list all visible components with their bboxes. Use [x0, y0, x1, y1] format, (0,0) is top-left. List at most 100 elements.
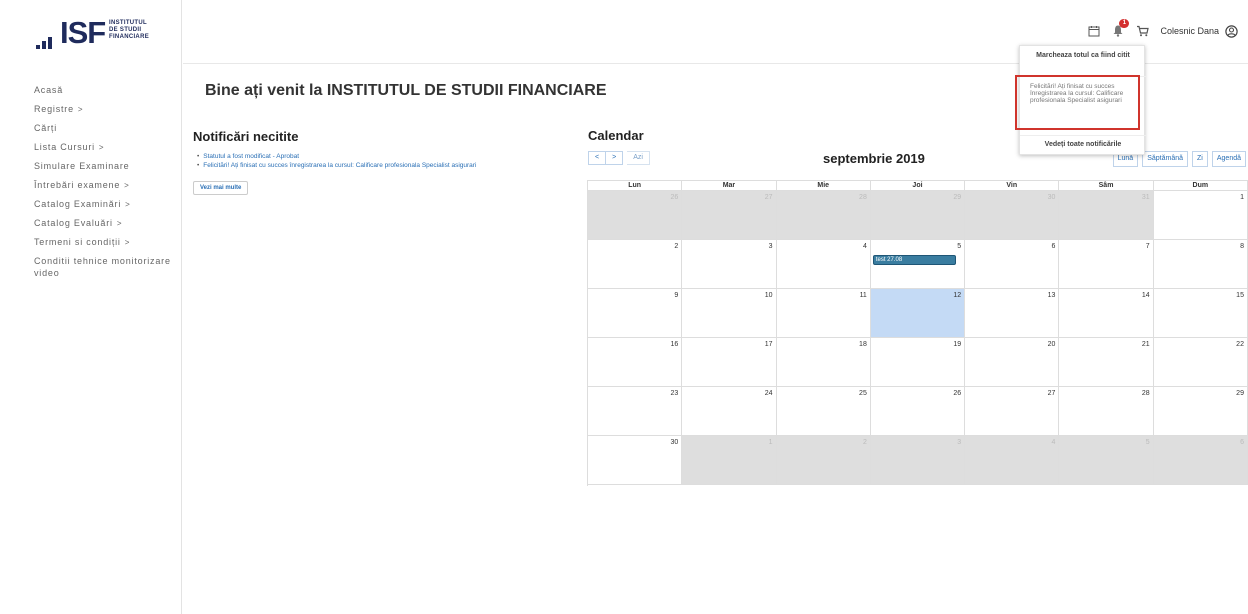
calendar-day[interactable]: 30	[588, 436, 683, 485]
calendar-day[interactable]: 26	[870, 387, 966, 436]
calendar-day[interactable]: 6	[965, 240, 1060, 289]
day-number: 26	[670, 194, 679, 201]
calendar-day[interactable]: 5 test 27.08	[870, 240, 966, 289]
calendar-day[interactable]: 2	[776, 436, 871, 485]
view-week-button[interactable]: Săptămână	[1142, 151, 1189, 167]
day-number: 1	[1240, 194, 1244, 201]
calendar-day[interactable]: 28	[776, 191, 871, 240]
bell-icon[interactable]: 1	[1112, 19, 1130, 38]
unread-notifications-list: Statutul a fost modificat - Aprobat Feli…	[197, 152, 476, 170]
calendar-day[interactable]: 9	[588, 289, 683, 338]
calendar-prev-button[interactable]: <	[588, 151, 607, 165]
calendar-week: 23 24 25 26 27 28 29	[588, 387, 1248, 436]
day-number: 29	[1236, 390, 1244, 397]
weekday-label: Vin	[965, 181, 1060, 191]
calendar-day[interactable]: 5	[1059, 436, 1154, 485]
isf-logo[interactable]: ISF INSTITUTUL DE STUDII FINANCIARE	[36, 15, 166, 51]
calendar-day[interactable]: 23	[588, 387, 683, 436]
calendar-grid: Lun Mar Mie Joi Vin Sâm Dum 26 27 28 29 30 31 1 2 3 4 5 t…	[587, 180, 1248, 486]
day-number: 9	[674, 292, 679, 299]
calendar-day[interactable]: 1	[682, 436, 777, 485]
sidebar-item-acasa[interactable]: Acasă	[34, 84, 174, 97]
calendar-day[interactable]: 10	[682, 289, 777, 338]
calendar-day[interactable]: 24	[682, 387, 777, 436]
sidebar: ISF INSTITUTUL DE STUDII FINANCIARE Acas…	[0, 0, 182, 614]
calendar-day[interactable]: 27	[682, 191, 777, 240]
calendar-day[interactable]: 3	[870, 436, 966, 485]
calendar-day[interactable]: 30	[965, 191, 1060, 240]
user-name[interactable]: Colesnic Dana	[1160, 26, 1219, 36]
calendar-day-today[interactable]: 12	[870, 289, 966, 338]
calendar-today-button[interactable]: Azi	[627, 151, 650, 165]
calendar-day[interactable]: 13	[965, 289, 1060, 338]
calendar-day[interactable]: 26	[588, 191, 683, 240]
calendar-icon[interactable]	[1088, 24, 1102, 38]
day-number: 20	[1047, 341, 1056, 348]
calendar-day[interactable]: 25	[776, 387, 871, 436]
sidebar-item-carti[interactable]: Cărți	[34, 122, 174, 135]
day-number: 29	[953, 194, 962, 201]
calendar-day[interactable]: 21	[1059, 338, 1154, 387]
day-number: 17	[764, 341, 773, 348]
sidebar-item-catalog-examinari[interactable]: Catalog Examinări >	[34, 198, 174, 211]
calendar-day[interactable]: 31	[1059, 191, 1154, 240]
day-number: 23	[670, 390, 679, 397]
sidebar-item-catalog-evaluari[interactable]: Catalog Evaluări >	[34, 217, 174, 230]
day-number: 14	[1141, 292, 1150, 299]
calendar-day[interactable]: 20	[965, 338, 1060, 387]
calendar-day[interactable]: 4	[776, 240, 871, 289]
calendar-day[interactable]: 22	[1153, 338, 1248, 387]
notification-link[interactable]: Felicitări! Ați finisat cu succes înregi…	[197, 161, 476, 170]
cart-icon[interactable]	[1136, 24, 1150, 38]
calendar-week: 2 3 4 5 test 27.08 6 7 8	[588, 240, 1248, 289]
notification-badge: 1	[1119, 19, 1130, 28]
calendar-day[interactable]: 7	[1059, 240, 1154, 289]
view-day-button[interactable]: Zi	[1192, 151, 1208, 167]
calendar-day[interactable]: 14	[1059, 289, 1154, 338]
sidebar-item-lista-cursuri[interactable]: Lista Cursuri >	[34, 141, 174, 154]
calendar-day[interactable]: 11	[776, 289, 871, 338]
calendar-day[interactable]: 8	[1153, 240, 1248, 289]
calendar-day[interactable]: 4	[965, 436, 1060, 485]
calendar-week: 30 1 2 3 4 5 6	[588, 436, 1248, 485]
calendar-day[interactable]: 3	[682, 240, 777, 289]
day-number: 5	[1145, 439, 1150, 446]
sidebar-item-registre[interactable]: Registre >	[34, 103, 174, 116]
day-number: 27	[764, 194, 773, 201]
calendar-next-button[interactable]: >	[606, 151, 624, 165]
sidebar-item-simulare[interactable]: Simulare Examinare	[34, 160, 174, 173]
day-number: 6	[1240, 439, 1244, 446]
logo-bars-icon	[36, 33, 62, 49]
view-all-notifications-link[interactable]: Vedeți toate notificările	[1020, 141, 1146, 148]
view-agenda-button[interactable]: Agendă	[1211, 151, 1246, 167]
day-number: 5	[957, 243, 962, 250]
mark-all-read-button[interactable]: Marcheaza totul ca fiind citit	[1020, 52, 1146, 60]
calendar-day[interactable]: 17	[682, 338, 777, 387]
day-number: 25	[859, 390, 867, 397]
calendar-day[interactable]: 16	[588, 338, 683, 387]
unread-notifications-title: Notificări necitite	[193, 129, 299, 144]
user-account-icon[interactable]	[1225, 24, 1238, 38]
calendar-day[interactable]: 27	[965, 387, 1060, 436]
day-number: 28	[859, 194, 867, 201]
calendar-day[interactable]: 18	[776, 338, 871, 387]
notification-link[interactable]: Statutul a fost modificat - Aprobat	[197, 152, 476, 161]
see-more-button[interactable]: Vezi mai multe	[193, 181, 249, 195]
calendar-day[interactable]: 29	[1153, 387, 1248, 436]
calendar-day[interactable]: 29	[870, 191, 966, 240]
calendar-day[interactable]: 28	[1059, 387, 1154, 436]
calendar-day[interactable]: 1	[1153, 191, 1248, 240]
calendar-day[interactable]: 2	[588, 240, 683, 289]
calendar-day[interactable]: 6	[1153, 436, 1248, 485]
calendar-day[interactable]: 15	[1153, 289, 1248, 338]
sidebar-item-conditii-tehnice[interactable]: Conditii tehnice monitorizare video	[34, 255, 174, 280]
day-number: 11	[859, 292, 867, 299]
day-number: 12	[953, 292, 962, 299]
calendar-event[interactable]: test 27.08	[872, 255, 957, 265]
day-number: 30	[670, 439, 679, 446]
calendar-day[interactable]: 19	[870, 338, 966, 387]
day-number: 27	[1047, 390, 1056, 397]
sidebar-item-termeni[interactable]: Termeni si condiții >	[34, 236, 174, 249]
sidebar-item-intrebari[interactable]: Întrebări examene >	[34, 179, 174, 192]
calendar-month-label: septembrie 2019	[823, 151, 925, 166]
